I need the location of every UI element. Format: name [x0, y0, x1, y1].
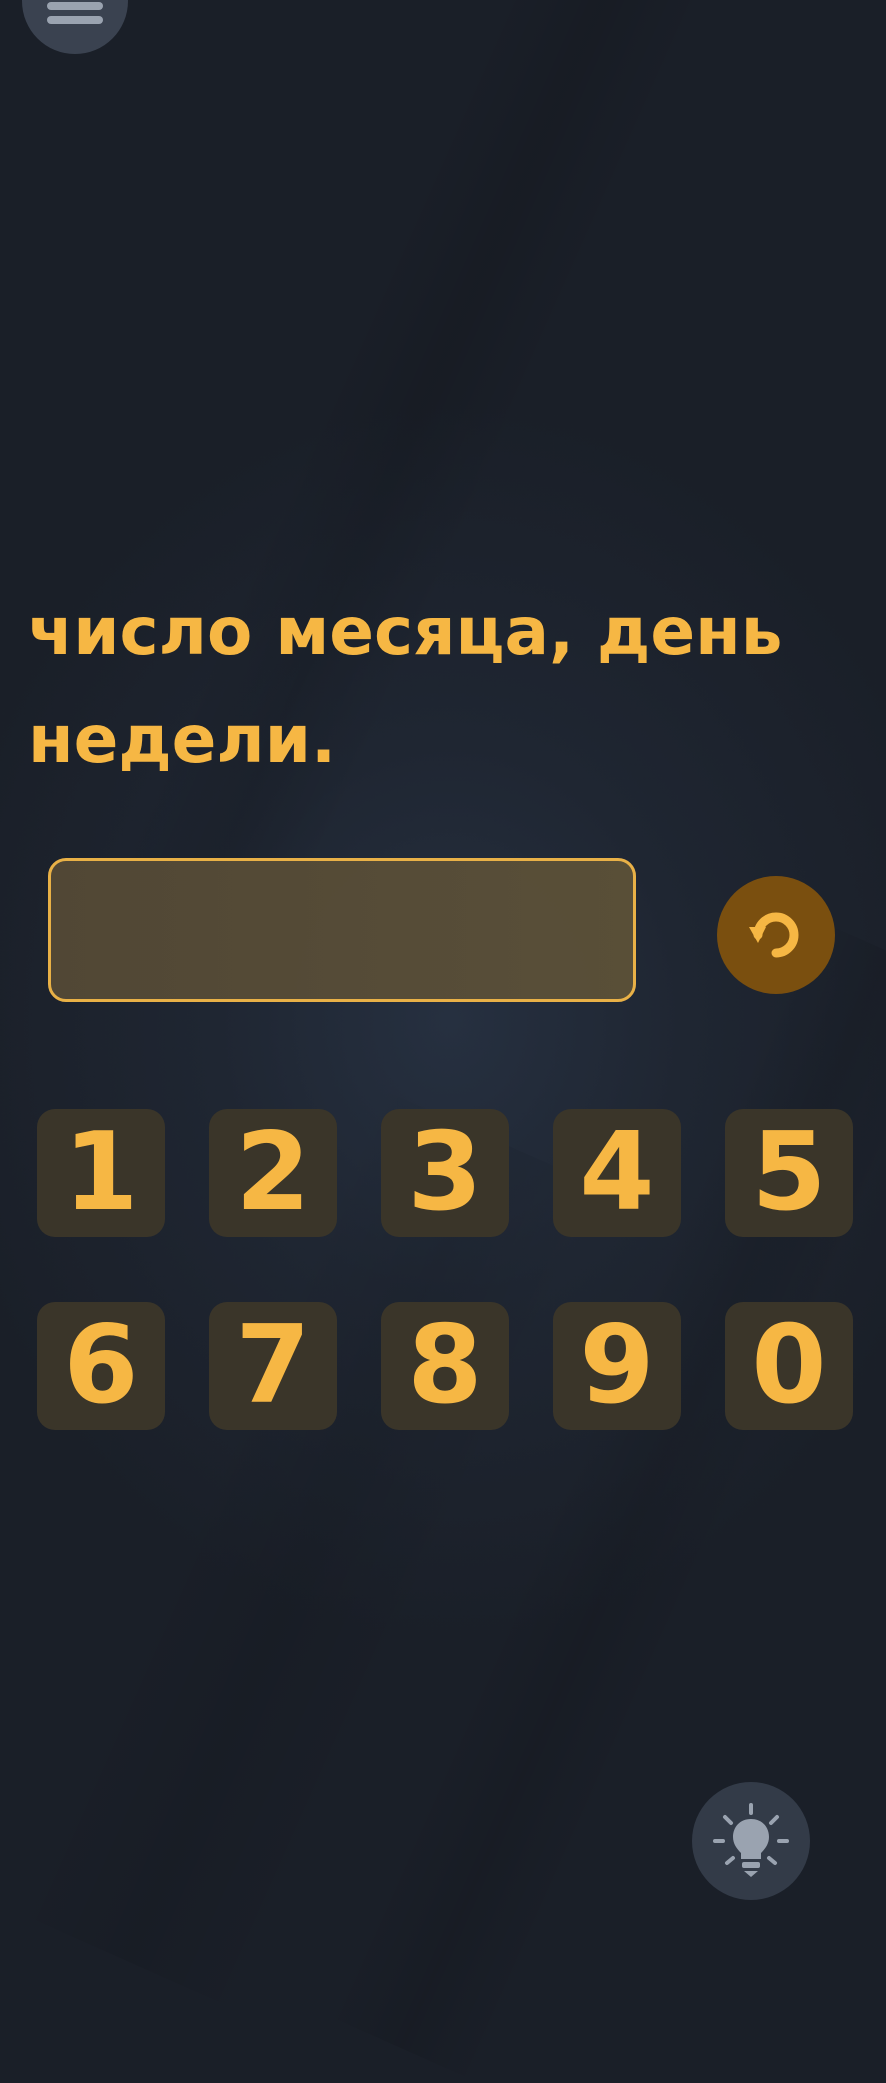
answer-field[interactable]: [48, 858, 636, 1002]
lightbulb-icon: [713, 1803, 789, 1877]
hint-button[interactable]: [692, 1782, 810, 1900]
key-3[interactable]: 3: [381, 1109, 509, 1237]
key-4[interactable]: 4: [553, 1109, 681, 1237]
question-text: число месяца, день недели.: [28, 578, 868, 794]
key-9[interactable]: 9: [553, 1302, 681, 1430]
background-streak: [323, 917, 886, 2083]
reset-icon: [749, 912, 799, 958]
reset-button[interactable]: [717, 876, 835, 994]
menu-button[interactable]: [22, 0, 128, 54]
key-1[interactable]: 1: [37, 1109, 165, 1237]
background-streak: [94, 0, 756, 987]
key-6[interactable]: 6: [37, 1302, 165, 1430]
question-line-2: недели.: [28, 701, 337, 778]
menu-icon: [47, 2, 103, 24]
key-2[interactable]: 2: [209, 1109, 337, 1237]
key-0[interactable]: 0: [725, 1302, 853, 1430]
key-5[interactable]: 5: [725, 1109, 853, 1237]
key-8[interactable]: 8: [381, 1302, 509, 1430]
key-7[interactable]: 7: [209, 1302, 337, 1430]
question-line-1: число месяца, день: [28, 593, 783, 670]
